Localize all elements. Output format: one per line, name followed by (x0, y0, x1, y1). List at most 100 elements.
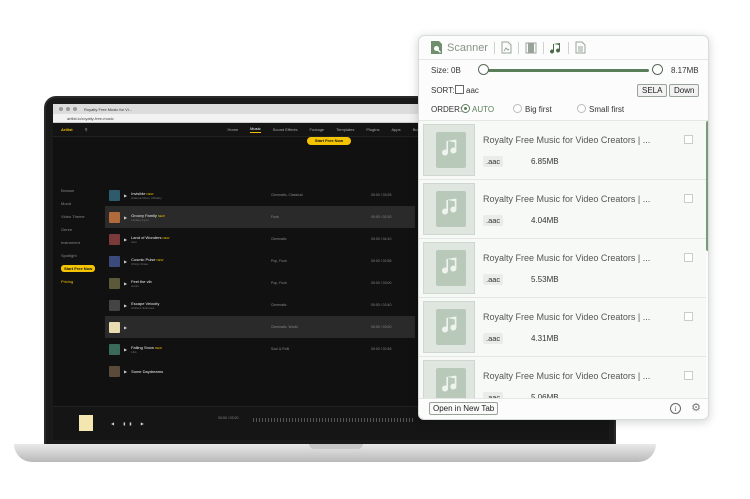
list-scrollbar[interactable] (706, 121, 708, 251)
track-row[interactable]: ▶ Escape Velocity Anthem Sciences Cinemati… (105, 294, 415, 316)
sort-row: SORT: aac SELA Down (431, 84, 701, 98)
audio-thumbnail (423, 360, 475, 398)
track-row[interactable]: ▶ Groovy Family NEW Lindsey Lynn Funk 00:00 … (105, 206, 415, 228)
download-button[interactable]: Down (669, 84, 700, 97)
track-artist[interactable]: Chirpy Frase (131, 262, 148, 266)
aac-filter-label: aac (466, 86, 479, 95)
open-in-new-tab-button[interactable]: Open in New Tab (429, 402, 499, 415)
side-item-browse[interactable]: Browse (61, 184, 101, 197)
track-title[interactable]: Some Daydreams (131, 369, 163, 374)
nav-plugins[interactable]: Plugins (366, 127, 379, 132)
track-artist[interactable]: Arianna Chen, Ohbaby (131, 196, 162, 200)
media-item[interactable]: Royalty Free Music for Video Creators | … (419, 298, 706, 357)
media-select-checkbox[interactable] (684, 253, 693, 262)
play-icon[interactable]: ▶ (124, 215, 127, 220)
play-icon[interactable]: ▶ (124, 237, 127, 242)
track-genre: Funk (271, 215, 279, 219)
track-row[interactable]: ▶ Invisible NEW Arianna Chen, Ohbaby Cinema… (105, 184, 415, 206)
start-free-button[interactable]: Start Free Now (307, 137, 351, 145)
order-label: ORDER: (431, 105, 463, 114)
track-info: Some Daydreams (131, 369, 211, 374)
play-icon[interactable]: ▶ (124, 259, 127, 264)
track-row[interactable]: ▶ Feel the vib Aerini Pop, Funk 00:00 / 03:… (105, 272, 415, 294)
nav-sound-effects[interactable]: Sound Effects (273, 127, 298, 132)
play-icon[interactable]: ▶ (124, 325, 127, 330)
tab-documents[interactable] (569, 36, 592, 60)
tab-video[interactable] (519, 36, 543, 60)
sort-label: SORT: (431, 86, 455, 95)
media-item[interactable]: Royalty Free Music for Video Creators | … (419, 239, 706, 298)
play-icon[interactable]: ▶ (124, 193, 127, 198)
track-artist[interactable]: Anthem Sciences (131, 306, 154, 310)
player-waveform[interactable] (253, 418, 413, 422)
size-slider-min-handle[interactable] (478, 64, 489, 75)
side-item-pricing[interactable]: Pricing (61, 275, 101, 288)
media-item[interactable]: Royalty Free Music for Video Creators | … (419, 180, 706, 239)
track-artist[interactable]: Lindsey Lynn (131, 218, 149, 222)
size-slider-max-handle[interactable] (652, 64, 663, 75)
side-item-mood[interactable]: Mood (61, 197, 101, 210)
media-item[interactable]: Royalty Free Music for Video Creators | … (419, 121, 706, 180)
select-all-button[interactable]: SELA (637, 84, 668, 97)
play-icon[interactable]: ▶ (124, 347, 127, 352)
side-start-free-button[interactable]: Start Free Now (61, 265, 96, 272)
order-small-first-radio[interactable] (577, 104, 586, 113)
media-title: Royalty Free Music for Video Creators | … (483, 312, 651, 322)
track-row[interactable]: ▶ Falling Snow NEW Lilio Soul & RnB 00:00 / … (105, 338, 415, 360)
track-row[interactable]: ▶ Cosmic Pulse NEW Chirpy Frase Pop, Funk 00… (105, 250, 415, 272)
track-duration: 00:00 / 02:55 (371, 259, 392, 263)
site-logo[interactable]: Artlist (61, 127, 73, 132)
nav-templates[interactable]: Templates (336, 127, 354, 132)
audio-file-icon (436, 368, 466, 398)
media-select-checkbox[interactable] (684, 371, 693, 380)
audio-file-icon (436, 132, 466, 168)
media-select-checkbox[interactable] (684, 135, 693, 144)
track-info: Escape Velocity Anthem Sciences (131, 301, 211, 310)
player-artwork (79, 415, 93, 431)
player-time: 00:00 / 03:20 (218, 416, 239, 420)
track-row[interactable]: ▶ Cinematic, World 00:00 / 03:20 (105, 316, 415, 338)
side-item-genre[interactable]: Genre (61, 223, 101, 236)
side-item-spotlight[interactable]: Spotlight (61, 249, 101, 262)
gear-icon[interactable]: ⚙ (690, 402, 702, 414)
audio-thumbnail (423, 183, 475, 235)
media-title: Royalty Free Music for Video Creators | … (483, 371, 651, 381)
tab-images[interactable] (495, 36, 518, 60)
track-row[interactable]: ▶ Land of Wonders NEW Ivan Cinematic 00:00 /… (105, 228, 415, 250)
media-item[interactable]: Royalty Free Music for Video Creators | … (419, 357, 706, 398)
player-controls[interactable]: ◀ ▮▮ ▶ (111, 421, 148, 426)
browser-tab[interactable]: Royalty Free Music for Vi... (84, 107, 132, 112)
order-big-first-radio[interactable] (513, 104, 522, 113)
track-row[interactable]: ▶ Some Daydreams (105, 360, 415, 382)
music-note-icon (549, 42, 560, 54)
tab-audio[interactable] (544, 36, 568, 60)
media-select-checkbox[interactable] (684, 312, 693, 321)
track-list: ▶ Invisible NEW Arianna Chen, Ohbaby Cinema… (105, 184, 415, 382)
side-item-video-theme[interactable]: Video Theme (61, 210, 101, 223)
window-minimize-icon[interactable] (66, 107, 70, 111)
side-item-instrument[interactable]: Instrument (61, 236, 101, 249)
window-close-icon[interactable] (59, 107, 63, 111)
nav-home[interactable]: Home (228, 127, 239, 132)
size-max-label: 8.17MB (671, 66, 699, 75)
nav-footage[interactable]: Footage (309, 127, 324, 132)
aac-filter-checkbox[interactable] (455, 85, 464, 94)
media-select-checkbox[interactable] (684, 194, 693, 203)
laptop-notch (309, 444, 363, 449)
tab-scanner[interactable]: Scanner (424, 36, 494, 60)
play-icon[interactable]: ▶ (124, 281, 127, 286)
track-info: Cosmic Pulse NEW Chirpy Frase (131, 257, 211, 266)
document-icon (575, 41, 586, 54)
size-slider-track[interactable] (483, 69, 649, 72)
window-maximize-icon[interactable] (73, 107, 77, 111)
play-icon[interactable]: ▶ (124, 303, 127, 308)
track-artist[interactable]: Ivan (131, 240, 137, 244)
search-icon[interactable]: ⚲ (85, 127, 88, 132)
info-icon[interactable]: i (670, 403, 681, 414)
nav-music[interactable]: Music (250, 126, 261, 133)
track-artist[interactable]: Lilio (131, 350, 136, 354)
nav-apps[interactable]: Apps (392, 127, 401, 132)
play-icon[interactable]: ▶ (124, 369, 127, 374)
order-auto-radio[interactable] (461, 104, 470, 113)
track-artist[interactable]: Aerini (131, 284, 139, 288)
